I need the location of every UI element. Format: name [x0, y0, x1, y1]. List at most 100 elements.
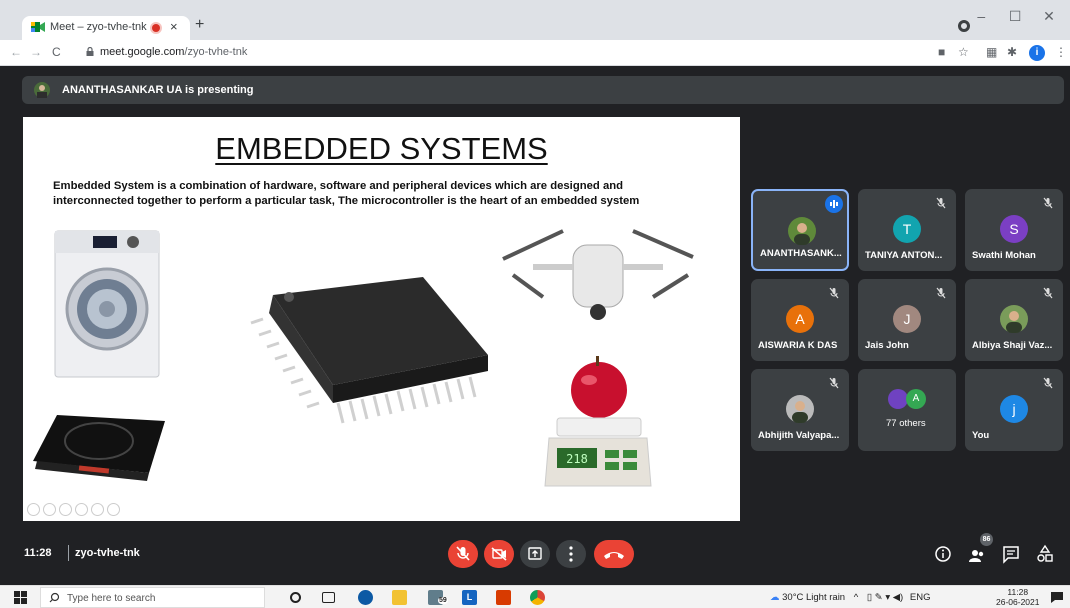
slide-prev-icon[interactable] [27, 503, 40, 516]
leave-call-button[interactable] [594, 540, 634, 568]
participant-avatar: A [786, 305, 814, 333]
participant-name: Abhijith Valyapa... [758, 430, 840, 441]
notification-badge: 59 [438, 597, 448, 604]
extensions-puzzle-icon[interactable]: ✱ [1007, 45, 1017, 59]
muted-mic-icon [1042, 376, 1054, 389]
meet-stage: ANANTHASANKAR UA is presenting EMBEDDED … [10, 67, 1070, 580]
close-window-button[interactable]: ✕ [1034, 8, 1064, 25]
laser-icon[interactable] [75, 503, 88, 516]
participant-avatar: T [893, 215, 921, 243]
address-bar[interactable]: meet.google.com/zyo-tvhe-tnk [86, 43, 956, 63]
meeting-details-icon[interactable] [932, 543, 954, 565]
chrome-icon[interactable] [530, 590, 545, 605]
menu-kebab-icon[interactable]: ⋮ [1055, 45, 1067, 59]
participant-tile[interactable]: j You [965, 369, 1063, 451]
chat-icon[interactable] [1000, 543, 1022, 565]
profile-avatar[interactable]: i [1029, 45, 1045, 61]
scale-display-text: 218 [566, 452, 588, 466]
office-icon[interactable] [496, 590, 511, 605]
window-controls: – ☐ ✕ [966, 8, 1064, 25]
tab-close-button[interactable]: × [170, 19, 178, 34]
participant-avatar [1000, 305, 1028, 333]
presenting-banner: ANANTHASANKAR UA is presenting [22, 76, 1064, 104]
windows-start-icon[interactable] [14, 591, 27, 604]
clock-time: 11:28 [1007, 587, 1029, 597]
present-icon [528, 547, 542, 560]
present-now-button[interactable] [520, 540, 550, 568]
extension-grid-icon[interactable]: ▦ [986, 45, 997, 59]
muted-mic-icon [1042, 286, 1054, 299]
url-domain: meet.google.com [100, 46, 185, 58]
activities-icon[interactable] [1034, 543, 1056, 565]
pen-workspace-icon[interactable]: ✎ [875, 592, 883, 603]
participant-name: Jais John [865, 340, 909, 351]
participant-tile[interactable]: Abhijith Valyapa... [751, 369, 849, 451]
language-indicator[interactable]: ENG [910, 592, 931, 603]
back-icon[interactable]: ← [10, 45, 22, 59]
participant-name: Albiya Shaji Vaz... [972, 340, 1053, 351]
participant-tile[interactable]: A AISWARIA K DAS [751, 279, 849, 361]
participant-avatar [786, 395, 814, 423]
meet-control-bar: 11:28 zyo-tvhe-tnk 86 [10, 531, 1070, 577]
new-tab-button[interactable]: + [195, 16, 204, 34]
microcontroller-chip-image [250, 277, 488, 424]
participant-avatar: J [893, 305, 921, 333]
more-options-button[interactable] [556, 540, 586, 568]
reload-icon[interactable]: C [52, 45, 61, 59]
slide-title: EMBEDDED SYSTEMS [215, 131, 548, 166]
cortana-icon[interactable] [290, 592, 301, 603]
participant-tile[interactable]: T TANIYA ANTON... [858, 189, 956, 271]
participant-avatar: j [1000, 395, 1028, 423]
show-hidden-icons-icon[interactable]: ^ [854, 592, 858, 603]
recording-indicator-icon [152, 24, 160, 32]
presenting-text: ANANTHASANKAR UA is presenting [62, 84, 254, 96]
participant-name: Swathi Mohan [972, 250, 1036, 261]
people-icon[interactable] [966, 543, 988, 565]
camera-toggle-button[interactable] [484, 540, 514, 568]
zoom-icon[interactable] [91, 503, 104, 516]
others-avatar: A [906, 389, 926, 409]
washing-machine-image [54, 230, 160, 378]
task-view-icon[interactable] [322, 592, 335, 603]
participant-tile[interactable]: Albiya Shaji Vaz... [965, 279, 1063, 361]
action-center-icon[interactable] [1050, 590, 1064, 604]
participant-tile[interactable]: A 77 others [858, 369, 956, 451]
slide-next-icon[interactable] [43, 503, 56, 516]
divider [68, 545, 69, 561]
pen-icon[interactable] [59, 503, 72, 516]
drone-image [502, 229, 694, 320]
camera-in-use-icon[interactable]: ■ [938, 45, 945, 59]
forward-icon[interactable]: → [30, 45, 42, 59]
edge-browser-icon[interactable] [358, 590, 373, 605]
more-options-icon[interactable] [107, 503, 120, 516]
maximize-button[interactable]: ☐ [1000, 8, 1030, 25]
file-explorer-icon[interactable] [392, 590, 407, 605]
browser-tab[interactable]: Meet – zyo-tvhe-tnk × [22, 16, 190, 40]
taskbar-search-box[interactable]: Type here to search [40, 587, 265, 608]
muted-mic-icon [1042, 196, 1054, 209]
microphone-toggle-button[interactable] [448, 540, 478, 568]
bookmark-star-icon[interactable]: ☆ [958, 45, 969, 59]
minimize-button[interactable]: – [966, 8, 996, 24]
browser-tab-bar: Meet – zyo-tvhe-tnk × + – ☐ ✕ [0, 0, 1070, 40]
participant-tile[interactable]: ANANTHASANK... [751, 189, 849, 271]
volume-icon[interactable]: ◀) [893, 592, 903, 603]
slide-body-text: Embedded System is a combination of hard… [53, 180, 640, 207]
muted-mic-icon [828, 286, 840, 299]
participants-count-badge: 86 [980, 533, 993, 546]
participant-name: You [972, 430, 990, 441]
hang-up-icon [604, 552, 624, 559]
wifi-icon[interactable]: ▾ [885, 592, 890, 603]
battery-icon[interactable]: ▯ [867, 592, 872, 603]
presenter-avatar [34, 82, 50, 98]
meet-favicon-icon [31, 22, 45, 32]
speaking-indicator-icon [825, 195, 843, 213]
participant-avatar [788, 217, 816, 245]
weather-icon[interactable]: ☁ [770, 592, 780, 603]
lms-app-icon[interactable]: L [462, 590, 477, 605]
participant-tile[interactable]: J Jais John [858, 279, 956, 361]
more-vert-icon [569, 546, 573, 562]
weather-text[interactable]: 30°C Light rain [782, 592, 845, 603]
participant-tile[interactable]: S Swathi Mohan [965, 189, 1063, 271]
taskbar-clock[interactable]: 11:28 26-06-2021 [996, 587, 1039, 607]
